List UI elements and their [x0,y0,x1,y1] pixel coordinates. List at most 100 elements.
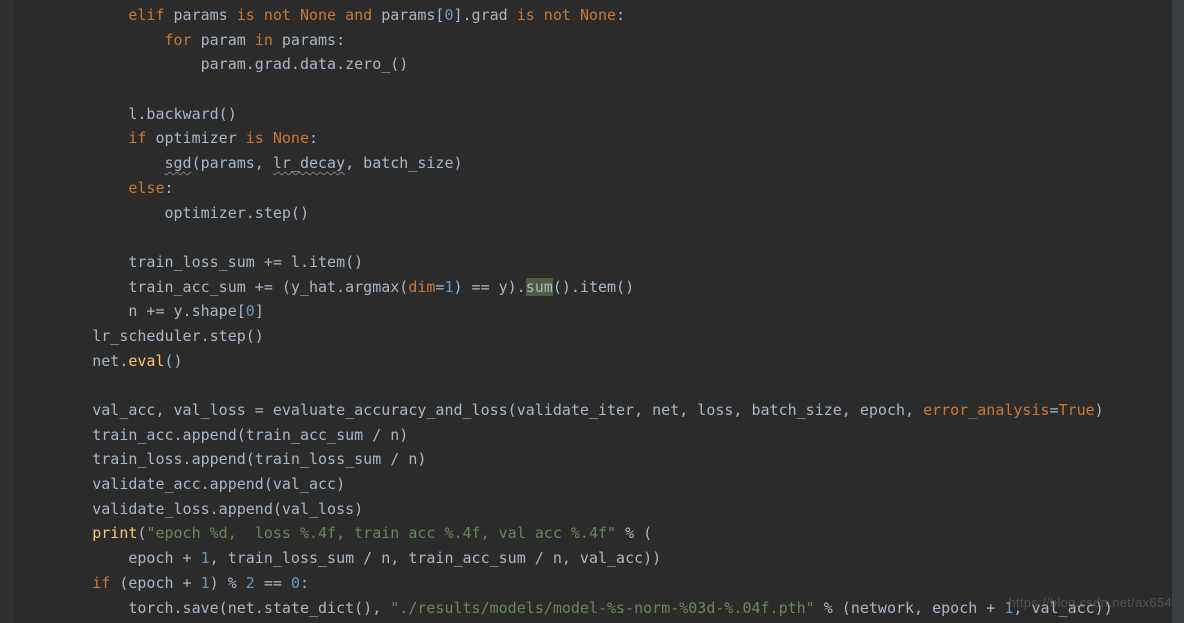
gutter-line [0,349,14,374]
code-token: elif [128,6,173,24]
code-token: 1 [201,574,210,592]
gutter-line [0,201,14,226]
code-token: l.backward() [20,105,237,123]
code-line[interactable]: sgd(params, lr_decay, batch_size) [20,151,1184,176]
gutter-line [0,521,14,546]
code-token: train_acc_sum += (y_hat.argmax( [20,278,408,296]
gutter [0,0,14,623]
code-token: epoch + [20,549,201,567]
watermark-text: https://blog.csdn.net/ax654 [1009,590,1172,615]
code-token: sgd [165,154,192,172]
gutter-line [0,151,14,176]
gutter-line [0,225,14,250]
code-token: 0 [444,6,453,24]
gutter-line [0,3,14,28]
gutter-line [0,423,14,448]
code-line[interactable]: val_acc, val_loss = evaluate_accuracy_an… [20,398,1184,423]
code-token: (params, [192,154,273,172]
code-token: and [345,6,381,24]
code-token: "epoch %d, loss %.4f, train acc %.4f, va… [146,524,625,542]
code-line[interactable]: train_acc.append(train_acc_sum / n) [20,423,1184,448]
gutter-line [0,52,14,77]
code-line[interactable]: else: [20,176,1184,201]
code-line[interactable]: elif params is not None and params[0].gr… [20,3,1184,28]
code-token: % ( [625,524,652,542]
code-token: 1 [201,549,210,567]
code-line[interactable]: param.grad.data.zero_() [20,52,1184,77]
code-line[interactable] [20,225,1184,250]
code-token: : [616,6,625,24]
code-line[interactable]: train_loss_sum += l.item() [20,250,1184,275]
code-token: train_acc.append(train_acc_sum / n) [20,426,408,444]
code-token: is not [237,6,300,24]
code-token: n += y.shape[ [20,302,246,320]
code-line[interactable]: for param in params: [20,28,1184,53]
code-token: net. [20,352,128,370]
code-token: ) [1095,401,1104,419]
code-line[interactable]: validate_loss.append(val_loss) [20,497,1184,522]
code-token: : [300,574,309,592]
gutter-line [0,596,14,621]
code-token: , batch_size) [345,154,462,172]
code-token: == [264,574,291,592]
code-line[interactable]: n += y.shape[0] [20,299,1184,324]
code-line[interactable]: if optimizer is None: [20,126,1184,151]
code-token: param [201,31,255,49]
code-token: lr_scheduler.step() [20,327,264,345]
code-token: params [174,6,237,24]
gutter-line [0,571,14,596]
code-line[interactable]: net.eval() [20,349,1184,374]
code-line[interactable]: train_loss.append(train_loss_sum / n) [20,447,1184,472]
code-token [20,179,128,197]
code-token: 2 [246,574,264,592]
gutter-line [0,28,14,53]
code-token: optimizer [155,129,245,147]
code-line[interactable]: train_acc_sum += (y_hat.argmax(dim=1) ==… [20,275,1184,300]
code-token [20,31,165,49]
code-token: ) % [210,574,246,592]
code-token: None [580,6,616,24]
code-line[interactable]: validate_acc.append(val_acc) [20,472,1184,497]
code-token: ().item() [553,278,634,296]
gutter-line [0,546,14,571]
code-line[interactable] [20,373,1184,398]
code-token: , train_loss_sum / n, train_acc_sum / n,… [210,549,662,567]
code-token: dim [408,278,435,296]
code-token: train_loss_sum += l.item() [20,253,363,271]
code-token: sum [526,278,553,296]
code-line[interactable]: print("epoch %d, loss %.4f, train acc %.… [20,521,1184,546]
code-token: : [309,129,318,147]
code-token: () [165,352,183,370]
code-token: lr_decay [273,154,345,172]
code-token: in [255,31,282,49]
code-token: "./results/models/model-%s-norm-%03d-%.0… [390,599,823,617]
gutter-line [0,299,14,324]
code-token: ) == y). [453,278,525,296]
code-token: eval [128,352,164,370]
code-line[interactable]: optimizer.step() [20,201,1184,226]
gutter-line [0,472,14,497]
vertical-scrollbar[interactable] [1172,0,1184,623]
gutter-line [0,275,14,300]
code-line[interactable] [20,77,1184,102]
code-token [20,129,128,147]
code-area[interactable]: elif params is not None and params[0].gr… [14,0,1184,623]
code-token [20,154,165,172]
gutter-line [0,102,14,127]
code-token: print [92,524,137,542]
code-line[interactable]: lr_scheduler.step() [20,324,1184,349]
gutter-line [0,447,14,472]
code-token: torch.save(net.state_dict(), [20,599,390,617]
code-line[interactable]: epoch + 1, train_loss_sum / n, train_acc… [20,546,1184,571]
code-token: 0 [246,302,255,320]
code-line[interactable]: l.backward() [20,102,1184,127]
code-token: if [92,574,119,592]
code-token: ] [255,302,264,320]
gutter-line [0,176,14,201]
code-token [20,6,128,24]
code-token: None [273,129,309,147]
code-token: is [246,129,273,147]
code-token: validate_acc.append(val_acc) [20,475,345,493]
code-token [20,524,92,542]
code-token: None [300,6,345,24]
